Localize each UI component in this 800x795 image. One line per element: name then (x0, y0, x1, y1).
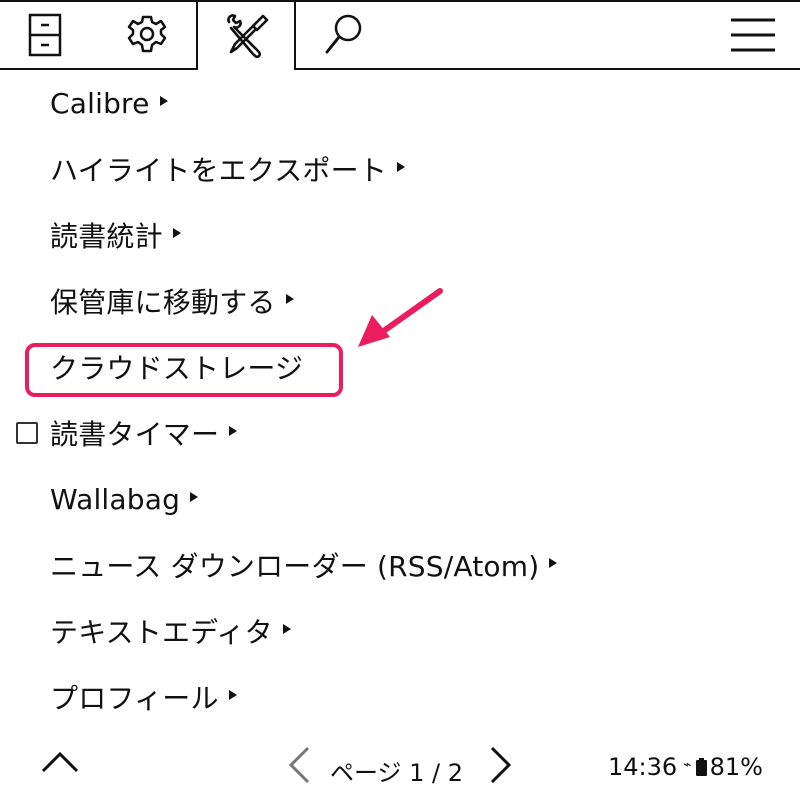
chevron-right-icon[interactable] (488, 745, 514, 785)
tab-separator (294, 0, 296, 70)
submenu-arrow-icon (228, 690, 237, 700)
submenu-arrow-icon (397, 162, 406, 172)
chevron-up-icon[interactable] (40, 749, 80, 775)
chevron-left-icon[interactable] (286, 745, 312, 785)
menu-item-label: ハイライトをエクスポート (50, 154, 388, 187)
menu-item-label: 読書統計 (50, 220, 163, 253)
tab-settings[interactable] (120, 2, 174, 68)
menu-item-label: プロフィール (50, 682, 219, 715)
submenu-arrow-icon (282, 624, 291, 634)
menu-item-news-downloader[interactable]: ニュース ダウンローダー (RSS/Atom) (0, 532, 800, 598)
footer: ページ 1 / 2 14:36 ⌁ 81% (0, 735, 800, 795)
tab-search[interactable] (318, 2, 370, 68)
page-indicator[interactable]: ページ 1 / 2 (330, 753, 463, 788)
menu-item-text-editor[interactable]: テキストエディタ (0, 598, 800, 664)
tab-main-menu[interactable] (726, 2, 780, 68)
tab-tools[interactable] (198, 2, 294, 68)
menu-item-label: 読書タイマー (50, 418, 220, 451)
submenu-arrow-icon (229, 426, 238, 436)
menu-item-wallabag[interactable]: Wallabag (0, 466, 800, 532)
menu-item-export-highlights[interactable]: ハイライトをエクスポート (0, 136, 800, 202)
magnifier-icon (325, 14, 362, 54)
menu-item-reading-timer[interactable]: 読書タイマー (0, 400, 800, 466)
submenu-arrow-icon (190, 492, 199, 502)
menu-item-reading-stats[interactable]: 読書統計 (0, 202, 800, 268)
clock: 14:36 (608, 753, 678, 781)
tab-bar (0, 0, 800, 70)
reading-timer-checkbox[interactable] (16, 422, 38, 444)
menu-item-label: ニュース ダウンローダー (RSS/Atom) (50, 550, 540, 583)
submenu-arrow-icon (549, 558, 558, 568)
menu-item-calibre[interactable]: Calibre (0, 70, 800, 136)
menu-item-cloud-storage[interactable]: クラウドストレージ (0, 334, 800, 400)
battery-level: 81% (709, 753, 763, 781)
menu-item-move-to-archive[interactable]: 保管庫に移動する (0, 268, 800, 334)
gear-icon (127, 15, 167, 53)
submenu-arrow-icon (285, 294, 294, 304)
wifi-off-icon: ⌁ (683, 757, 692, 773)
menu-item-label: テキストエディタ (50, 616, 273, 649)
menu-item-label: Calibre (50, 86, 150, 120)
menu-item-label: 保管庫に移動する (50, 286, 276, 319)
menu-item-label: クラウドストレージ (50, 352, 304, 385)
tab-file-browser[interactable] (20, 2, 70, 68)
submenu-arrow-icon (159, 96, 168, 106)
hamburger-icon (731, 18, 775, 52)
tools-icon (227, 14, 269, 58)
submenu-arrow-icon (172, 228, 181, 238)
file-cabinet-icon (28, 13, 62, 57)
menu-item-label: Wallabag (50, 482, 181, 516)
menu-item-profiles[interactable]: プロフィール (0, 664, 800, 730)
status-bar: 14:36 ⌁ 81% (608, 753, 763, 781)
battery-icon (695, 758, 707, 776)
